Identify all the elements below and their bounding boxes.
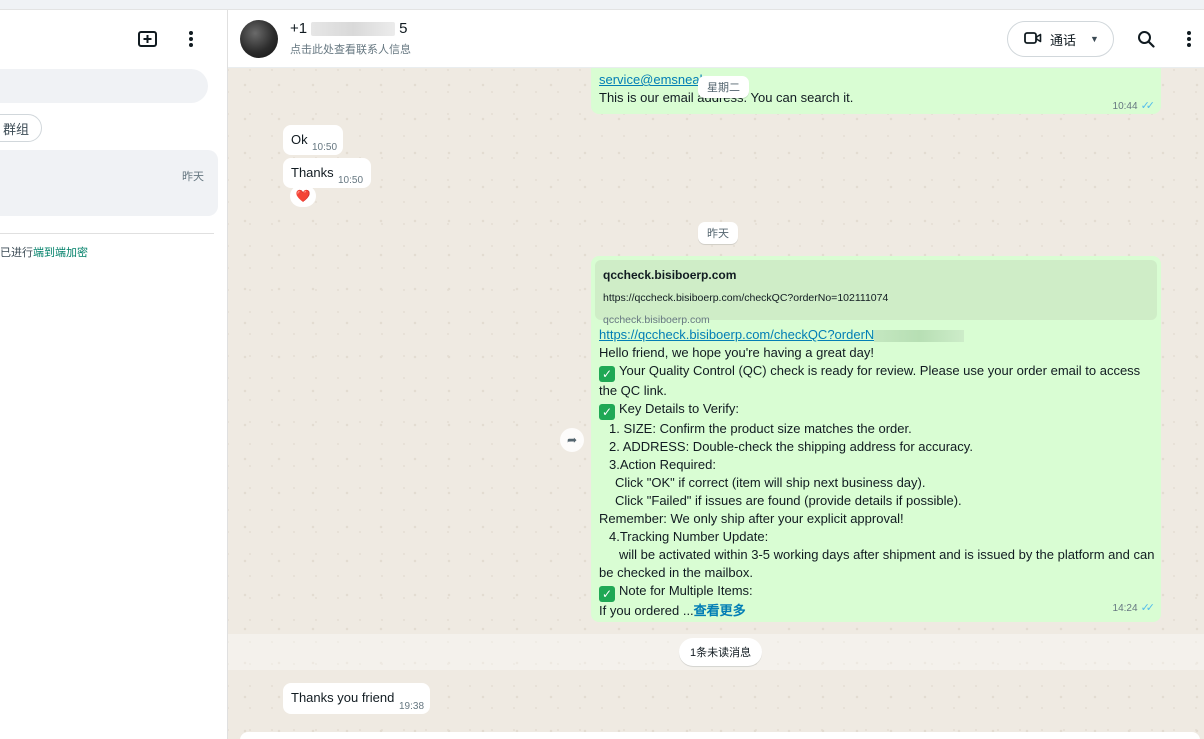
chat-header: +1 5 点击此处查看联系人信息 通话 ▼ [228, 10, 1204, 68]
new-chat-icon[interactable] [136, 27, 160, 51]
video-camera-icon [1024, 31, 1042, 48]
contact-suffix: 5 [399, 20, 408, 37]
message-text: Thanks [291, 165, 334, 180]
email-link[interactable]: service@emsneal [599, 71, 703, 89]
message-time: 10:50 [338, 175, 364, 186]
message-line: 3.Action Required: [609, 457, 716, 472]
check-mark-icon: ✓ [599, 586, 615, 602]
chat-list-time: 昨天 [182, 171, 204, 183]
message-line: ✓ Key Details to Verify: [599, 400, 1157, 420]
preview-title: qccheck.bisiboerp.com [603, 268, 737, 282]
message-time: 10:50 [312, 142, 338, 153]
message-line: ✓ Note for Multiple Items: [599, 582, 1157, 602]
read-receipt-icon: ✓✓ [1140, 100, 1156, 112]
message-composer[interactable] [240, 732, 1200, 739]
message-meta: 14:24 ✓✓ [1112, 598, 1156, 618]
search-input[interactable] [0, 69, 208, 103]
message-incoming[interactable]: Thanks 10:50 [283, 158, 371, 188]
divider [0, 233, 214, 234]
message-line: Click "OK" if correct (item will ship ne… [615, 475, 926, 490]
call-label: 通话 [1050, 32, 1077, 48]
search-icon[interactable] [1133, 26, 1159, 52]
encryption-note: 已进行端到端加密 [0, 244, 88, 260]
read-receipt-icon: ✓✓ [1140, 602, 1156, 614]
message-meta: 10:44 ✓✓ [1112, 96, 1156, 116]
read-more-link[interactable]: 查看更多 [694, 603, 746, 618]
avatar[interactable] [240, 20, 278, 58]
date-divider: 昨天 [698, 222, 738, 244]
chat-area: service@emsneal This is our email addres… [228, 68, 1204, 739]
date-divider: 星期二 [698, 76, 749, 98]
message-time: 10:44 [1112, 101, 1138, 112]
message-line: 4.Tracking Number Update: [609, 529, 769, 544]
message-text: Thanks you friend [291, 690, 395, 705]
message-body: https://qccheck.bisiboerp.com/checkQC?or… [599, 326, 1157, 620]
contact-name[interactable]: +1 5 [290, 20, 407, 37]
message-line: Hello friend, we hope you're having a gr… [599, 345, 874, 360]
more-vertical-icon[interactable] [1176, 26, 1202, 52]
encryption-prefix: 已进行 [0, 247, 33, 259]
message-outgoing[interactable]: service@emsneal This is our email addres… [591, 68, 1161, 114]
qc-link[interactable]: https://qccheck.bisiboerp.com/checkQC?or… [599, 326, 1157, 344]
filter-chip-groups[interactable]: 群组 [0, 114, 42, 142]
message-line: 2. ADDRESS: Double-check the shipping ad… [609, 439, 973, 454]
forward-icon[interactable]: ➦ [560, 428, 584, 452]
redacted-number [311, 21, 396, 36]
check-mark-icon: ✓ [599, 404, 615, 420]
unread-messages-divider: 1条未读消息 [679, 638, 763, 666]
contact-prefix: +1 [290, 20, 308, 37]
chat-list-pane: 群组 昨天 已进行端到端加密 [0, 10, 228, 739]
heart-reaction-icon[interactable]: ❤️ [290, 185, 316, 207]
message-time: 19:38 [399, 701, 425, 712]
window-top-strip [0, 0, 1204, 10]
more-vertical-icon[interactable] [179, 27, 203, 51]
message-outgoing[interactable]: qccheck.bisiboerp.com https://qccheck.bi… [591, 256, 1161, 622]
message-line: will be activated within 3-5 working day… [599, 547, 1155, 580]
chevron-down-icon: ▼ [1090, 34, 1099, 44]
message-line: 1. SIZE: Confirm the product size matche… [609, 421, 912, 436]
preview-url: https://qccheck.bisiboerp.com/checkQC?or… [603, 292, 889, 304]
message-line: Remember: We only ship after your explic… [599, 511, 904, 526]
message-line: Click "Failed" if issues are found (prov… [615, 493, 962, 508]
check-mark-icon: ✓ [599, 366, 615, 382]
message-line: If you ordered ...查看更多 [599, 603, 746, 618]
encryption-link[interactable]: 端到端加密 [33, 247, 88, 259]
redacted-order-number [874, 329, 965, 342]
message-incoming[interactable]: Thanks you friend 19:38 [283, 683, 430, 714]
link-preview[interactable]: qccheck.bisiboerp.com https://qccheck.bi… [595, 260, 1157, 326]
chat-list-item[interactable]: 昨天 [0, 150, 218, 216]
call-button[interactable]: 通话 ▼ [1007, 21, 1114, 57]
message-text: Ok [291, 132, 308, 147]
message-incoming[interactable]: Ok 10:50 [283, 125, 343, 155]
message-time: 14:24 [1112, 603, 1138, 614]
message-line: ✓ Your Quality Control (QC) check is read… [599, 363, 1141, 398]
contact-info-hint[interactable]: 点击此处查看联系人信息 [290, 41, 411, 57]
